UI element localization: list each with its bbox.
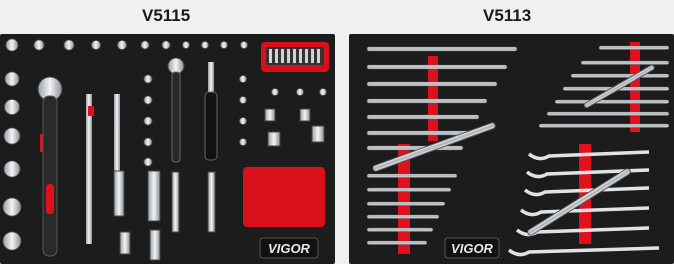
socket-column-left [2,71,22,251]
socket-row-top [5,38,248,52]
set-title-left: V5115 [142,6,191,25]
vigor-logo-right: VIGOR [451,241,494,256]
ratchet-large [37,76,63,257]
screwdriver-shaft [208,62,214,92]
universal-joints [113,170,216,261]
vigor-logo-left: VIGOR [268,241,311,256]
screwdriver-handle [204,91,218,161]
tool-tray-left-illustration: VIGOR [2,38,329,261]
adapters [264,108,325,147]
extension-bar-long [86,94,92,244]
wrench-stack-right [538,45,670,128]
set-title-right: V5113 [483,6,532,25]
tool-tray-right: VIGOR [349,34,674,264]
ratchet-small-handle [171,71,181,163]
storage-pad [243,167,325,227]
socket-grid-middle [143,74,327,167]
tool-tray-right-illustration: VIGOR [366,42,670,259]
tool-tray-left: VIGOR [0,34,335,264]
bit-holder [261,42,329,72]
